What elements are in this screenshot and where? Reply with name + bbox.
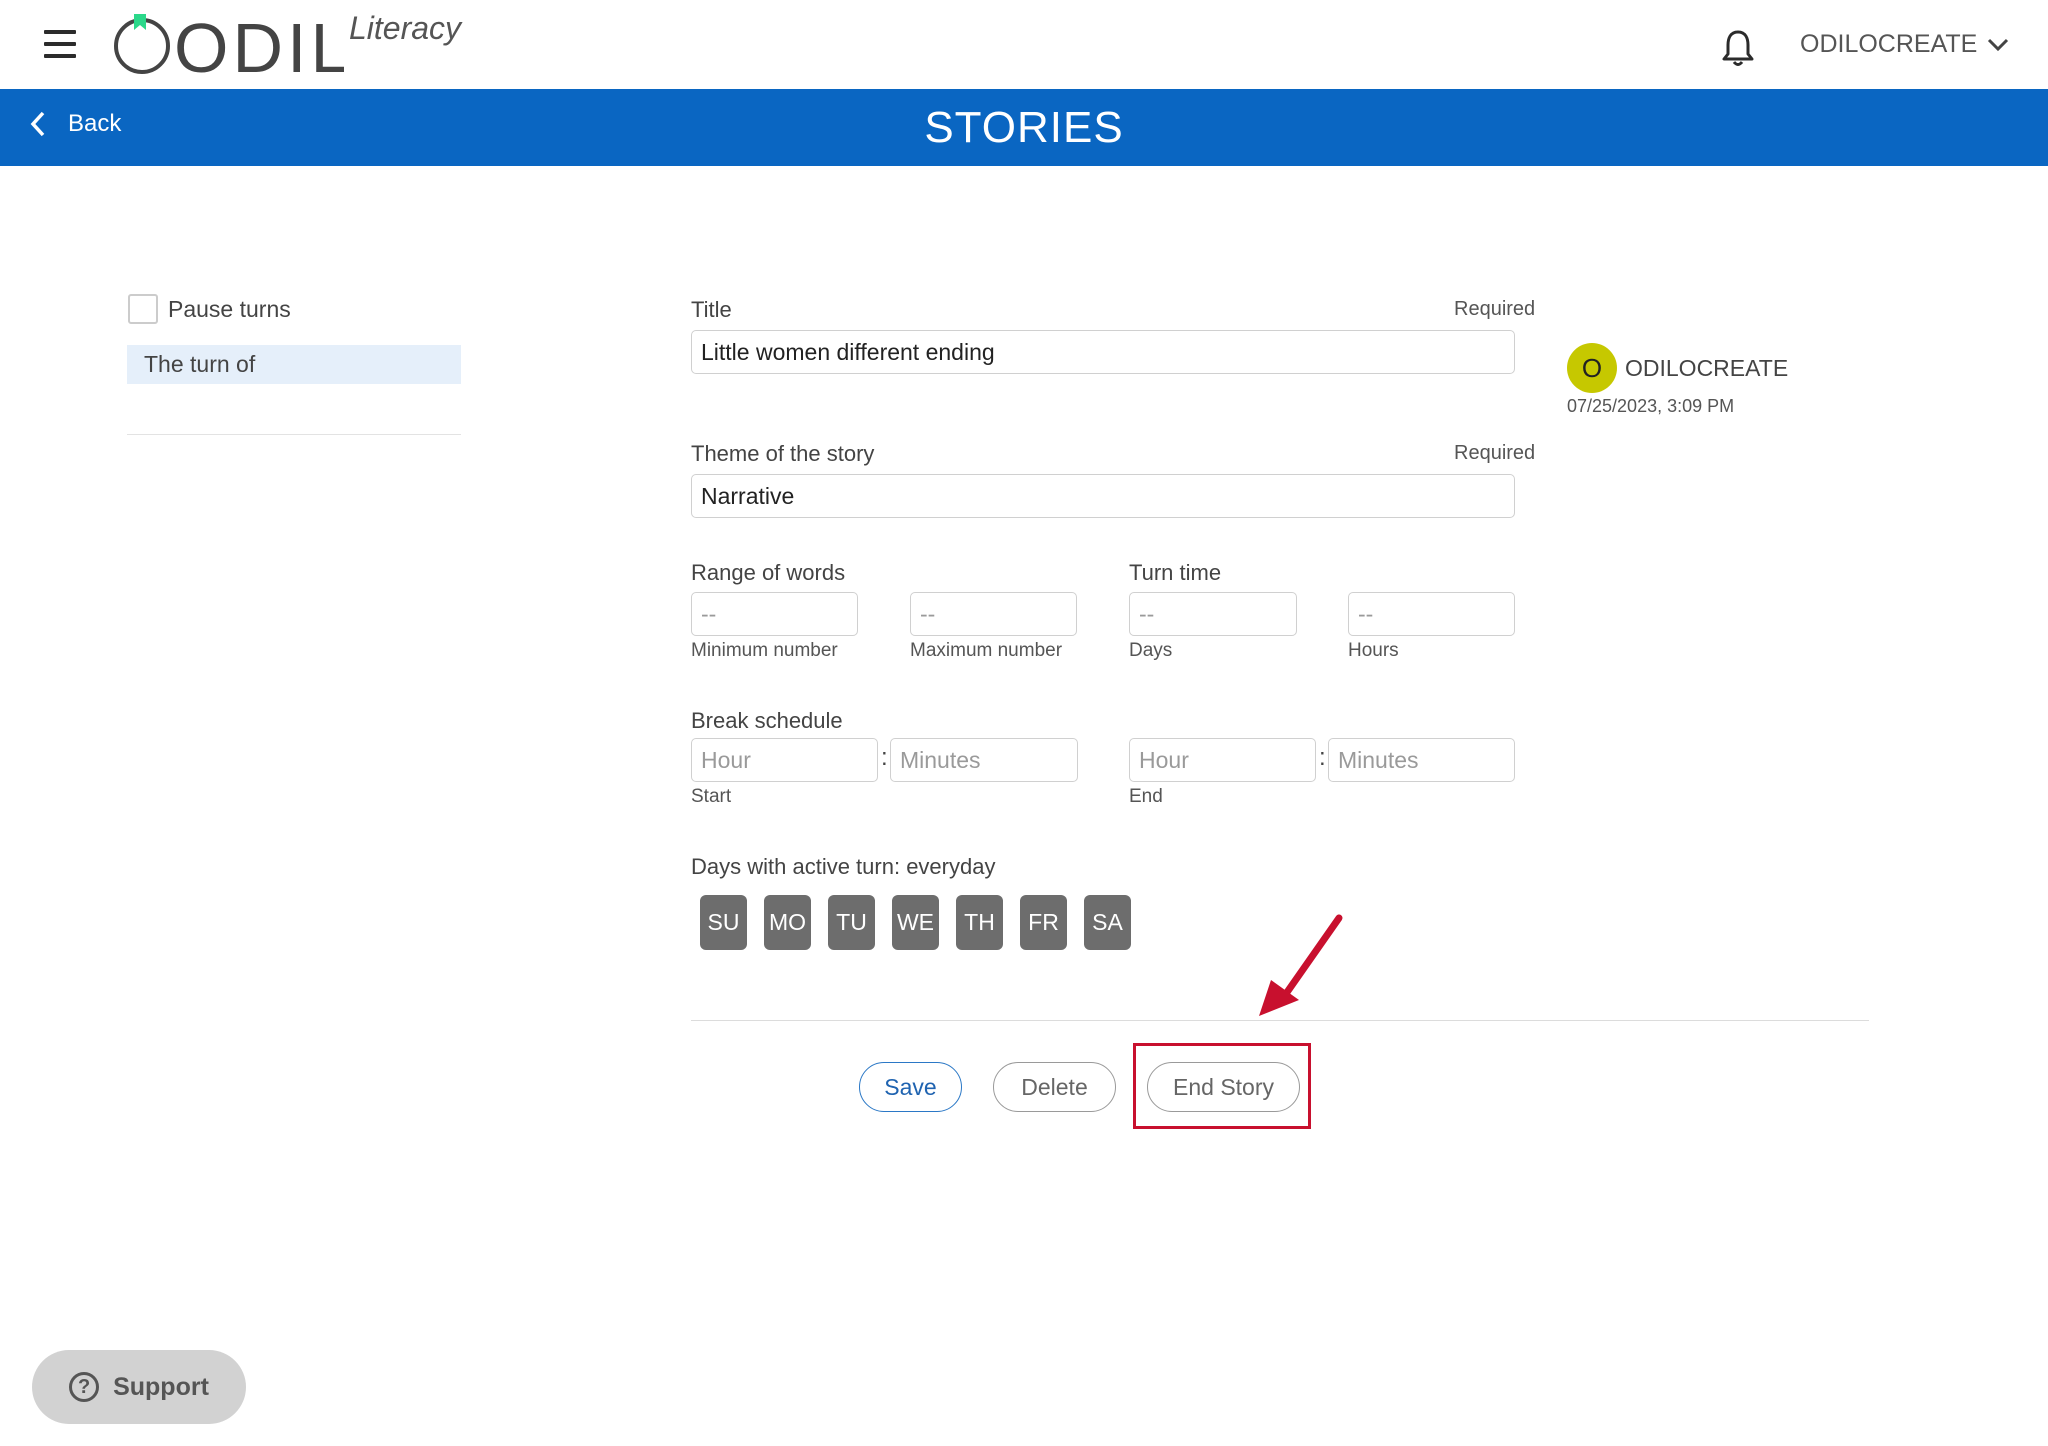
break-start-hour-input[interactable] bbox=[691, 738, 878, 782]
break-end-caption: End bbox=[1129, 786, 1163, 807]
odilo-logo-mark: ODILO bbox=[114, 9, 408, 87]
day-fr-button[interactable]: FR bbox=[1020, 895, 1067, 950]
divider bbox=[127, 434, 461, 435]
time-separator: : bbox=[1319, 744, 1326, 771]
chevron-down-icon bbox=[1988, 38, 2009, 51]
page-title: STORIES bbox=[924, 103, 1124, 152]
arrow-annotation-icon bbox=[1259, 914, 1343, 1016]
user-menu-label: ODILOCREATE bbox=[1800, 30, 1978, 58]
author-name: ODILOCREATE bbox=[1625, 355, 1789, 381]
title-label: Title bbox=[691, 297, 732, 322]
day-selector: SU MO TU WE TH FR SA bbox=[700, 895, 1131, 950]
range-of-words-label: Range of words bbox=[691, 560, 846, 585]
help-icon: ? bbox=[69, 1372, 100, 1402]
user-menu[interactable]: ODILOCREATE bbox=[1800, 30, 2009, 59]
break-schedule-label: Break schedule bbox=[691, 708, 843, 733]
turn-hours-caption: Hours bbox=[1348, 640, 1399, 661]
svg-text:ODILO: ODILO bbox=[174, 9, 344, 80]
title-input[interactable] bbox=[691, 330, 1515, 374]
day-we-button[interactable]: WE bbox=[892, 895, 939, 950]
support-button[interactable]: ? Support bbox=[32, 1350, 246, 1424]
highlight-box bbox=[1133, 1043, 1311, 1129]
break-start-minutes-input[interactable] bbox=[890, 738, 1078, 782]
theme-required: Required bbox=[1454, 442, 1536, 464]
day-th-button[interactable]: TH bbox=[956, 895, 1003, 950]
max-words-input[interactable] bbox=[910, 592, 1077, 636]
pause-turns-checkbox[interactable] bbox=[128, 294, 158, 324]
turn-hours-input[interactable] bbox=[1348, 592, 1515, 636]
day-su-button[interactable]: SU bbox=[700, 895, 747, 950]
break-start-caption: Start bbox=[691, 786, 732, 807]
turn-time-label: Turn time bbox=[1129, 560, 1222, 585]
day-sa-button[interactable]: SA bbox=[1084, 895, 1131, 950]
bell-icon[interactable] bbox=[1720, 28, 1756, 68]
support-label: Support bbox=[113, 1372, 209, 1401]
delete-button[interactable]: Delete bbox=[993, 1062, 1116, 1112]
max-words-caption: Maximum number bbox=[910, 640, 1063, 661]
hamburger-menu-icon[interactable] bbox=[44, 30, 76, 58]
avatar: O bbox=[1567, 343, 1617, 393]
day-mo-button[interactable]: MO bbox=[764, 895, 811, 950]
logo-subtitle: Literacy bbox=[349, 10, 462, 46]
turn-days-caption: Days bbox=[1129, 640, 1173, 661]
min-words-input[interactable] bbox=[691, 592, 858, 636]
logo[interactable]: ODILO bbox=[112, 8, 408, 93]
active-days-label: Days with active turn: everyday bbox=[691, 854, 996, 879]
theme-input[interactable] bbox=[691, 474, 1515, 518]
min-words-caption: Minimum number bbox=[691, 640, 838, 661]
turn-of-label: The turn of bbox=[144, 351, 256, 377]
break-end-minutes-input[interactable] bbox=[1328, 738, 1515, 782]
title-required: Required bbox=[1454, 298, 1536, 320]
author-date: 07/25/2023, 3:09 PM bbox=[1567, 396, 1735, 416]
turn-days-input[interactable] bbox=[1129, 592, 1297, 636]
time-separator: : bbox=[881, 744, 888, 771]
theme-label: Theme of the story bbox=[691, 441, 875, 466]
save-button[interactable]: Save bbox=[859, 1062, 962, 1112]
break-end-hour-input[interactable] bbox=[1129, 738, 1316, 782]
day-tu-button[interactable]: TU bbox=[828, 895, 875, 950]
pause-turns-label: Pause turns bbox=[168, 296, 291, 322]
